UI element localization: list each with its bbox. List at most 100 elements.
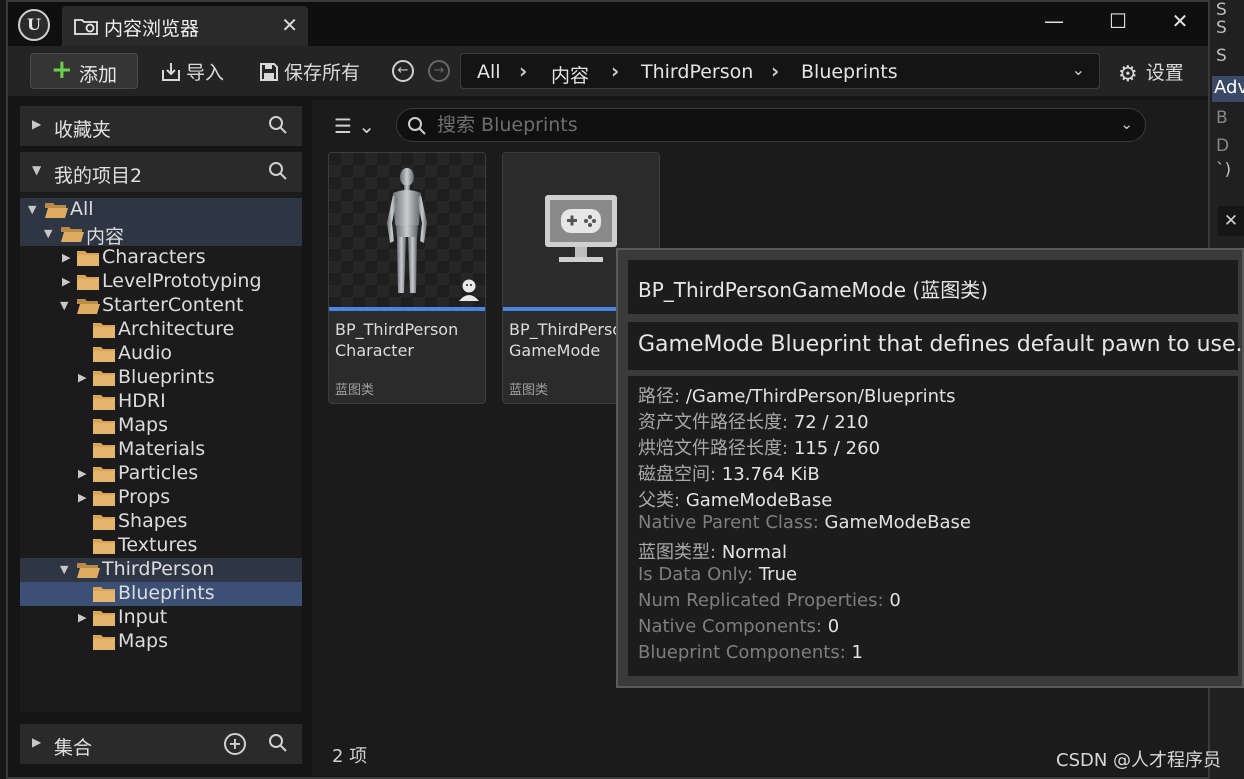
tooltip-property: 烘焙文件路径长度: 115 / 260 [638,434,880,460]
filter-icon[interactable]: ☰ ⌄ [334,114,375,138]
tree-item-label: Blueprints [118,582,215,604]
tree-item[interactable]: Architecture [20,318,302,342]
search-icon[interactable] [268,161,288,181]
maximize-button[interactable]: ☐ [1088,6,1148,40]
save-all-button[interactable]: 保存所有 [258,58,360,85]
tree-item[interactable]: Audio [20,342,302,366]
property-value: True [758,564,798,585]
expand-arrow-icon[interactable]: ▶ [32,117,41,131]
property-value: 1 [851,642,863,663]
project-header[interactable]: ▼ 我的项目2 [20,152,302,192]
tooltip-description: GameMode Blueprint that defines default … [628,322,1243,370]
favorites-header[interactable]: ▶ 收藏夹 [20,106,302,146]
folder-icon [93,539,115,554]
chevron-right-icon[interactable]: › [519,59,527,83]
tab-content-browser[interactable]: 内容浏览器 ✕ [62,6,308,46]
property-value: GameModeBase [685,490,833,511]
tree-item[interactable]: Textures [20,534,302,558]
expand-arrow-icon[interactable]: ▶ [78,371,86,384]
collections-header[interactable]: ▶ 集合 + [20,724,302,764]
collapse-arrow-icon[interactable]: ▼ [32,163,41,177]
tree-item[interactable]: ▶ Props [20,486,302,510]
tooltip-header: BP_ThirdPersonGameMode (蓝图类) [628,260,1238,314]
folder-icon [93,635,115,650]
breadcrumb-blueprints[interactable]: Blueprints [801,61,898,83]
tree-item[interactable]: ▶ LevelPrototyping [20,270,302,294]
tooltip-properties: 路径: /Game/ThirdPerson/Blueprints 资产文件路径长度… [628,376,1238,676]
collapse-arrow-icon[interactable]: ▼ [28,203,36,216]
search-icon[interactable] [268,733,288,753]
sources-panel: ▶ 收藏夹 ▼ 我的项目2 ▼ All ▼ 内容 ▶ Characters ▶ LevelPr… [18,100,304,770]
tree-item[interactable]: Materials [20,438,302,462]
tree-item[interactable]: ▶ Input [20,606,302,630]
close-button[interactable]: ✕ [1150,6,1210,40]
settings-button[interactable]: ⚙ 设置 [1118,58,1184,87]
tree-item[interactable]: ▶ Characters [20,246,302,270]
tree-item[interactable]: ▼ ThirdPerson [20,558,302,582]
folder-icon [93,587,115,602]
chevron-right-icon[interactable]: › [771,59,779,83]
forward-button[interactable]: → [428,60,450,82]
property-value: 72 / 210 [793,412,869,433]
back-button[interactable]: ← [392,60,414,82]
folder-tree: ▼ All ▼ 内容 ▶ Characters ▶ LevelPrototyping ▼ Star… [20,192,302,712]
collections-title: 集合 [54,737,93,759]
tree-item[interactable]: ▼ 内容 [20,222,302,248]
search-icon[interactable] [268,115,288,135]
expand-arrow-icon[interactable]: ▶ [62,251,70,264]
strip-item[interactable]: S [1216,46,1227,66]
chevron-right-icon[interactable]: › [611,59,619,83]
breadcrumb-thirdperson[interactable]: ThirdPerson [641,61,753,83]
advanced-tab[interactable]: Adv [1212,76,1244,102]
search-input[interactable] [437,113,1097,137]
property-value: GameModeBase [824,512,971,533]
folder-open-icon [77,299,100,314]
expand-arrow-icon[interactable]: ▶ [62,275,70,288]
search-box[interactable]: ⌄ [396,108,1146,142]
folder-search-icon [74,19,98,35]
minimize-button[interactable]: — [1024,6,1084,40]
breadcrumb-all[interactable]: All [477,61,501,83]
tree-item[interactable]: Maps [20,630,302,654]
mannequin-thumbnail [329,153,485,307]
tree-item-label: Maps [118,630,168,652]
expand-arrow-icon[interactable]: ▶ [78,467,86,480]
chevron-down-icon[interactable]: ⌄ [1072,60,1085,79]
chevron-down-icon[interactable]: ⌄ [1120,115,1133,133]
collapse-arrow-icon[interactable]: ▼ [60,299,68,312]
import-button[interactable]: 导入 [160,58,224,85]
add-label: 添加 [79,64,118,86]
tree-item[interactable]: ▶ Particles [20,462,302,486]
expand-arrow-icon[interactable]: ▶ [78,611,86,624]
toolbar: + 添加 导入 保存所有 ← → All › 内容 › ThirdPerson … [8,46,1208,96]
property-key: 资产文件路径长度: [638,412,789,433]
strip-item[interactable]: S [1216,0,1227,20]
property-value: 0 [889,590,901,611]
tooltip-property: Num Replicated Properties: 0 [638,590,901,611]
tab-close-icon[interactable]: ✕ [281,13,298,37]
tooltip-property: Native Parent Class: GameModeBase [638,512,971,533]
breadcrumb-content[interactable]: 内容 [551,61,589,88]
screen: S S S Adv B D `) ✕ U 内容浏览器 ✕ — ☐ ✕ + 添加 … [0,0,1244,779]
strip-item[interactable]: S [1216,18,1227,38]
tree-item-label: Shapes [118,510,188,532]
expand-arrow-icon[interactable]: ▶ [78,491,86,504]
tree-item-label: Materials [118,438,206,460]
collapse-arrow-icon[interactable]: ▼ [60,563,68,576]
tree-item[interactable]: ▼ StarterContent [20,294,302,318]
tree-item[interactable]: HDRI [20,390,302,414]
tree-item[interactable]: Maps [20,414,302,438]
collapse-arrow-icon[interactable]: ▼ [44,227,52,240]
asset-type: 蓝图类 [335,383,375,398]
tree-item[interactable]: ▶ Blueprints [20,366,302,390]
add-button[interactable]: + 添加 [30,53,138,89]
property-key: 磁盘空间: [638,464,717,485]
tree-item[interactable]: Shapes [20,510,302,534]
tree-item[interactable]: ▼ All [20,198,302,222]
asset-type: 蓝图类 [509,383,549,398]
add-collection-icon[interactable]: + [224,733,246,755]
tree-item[interactable]: Blueprints [20,582,302,606]
close-icon[interactable]: ✕ [1218,206,1244,236]
expand-arrow-icon[interactable]: ▶ [32,735,41,749]
asset-tile-character[interactable]: BP_ThirdPerson Character 蓝图类 [328,152,486,404]
